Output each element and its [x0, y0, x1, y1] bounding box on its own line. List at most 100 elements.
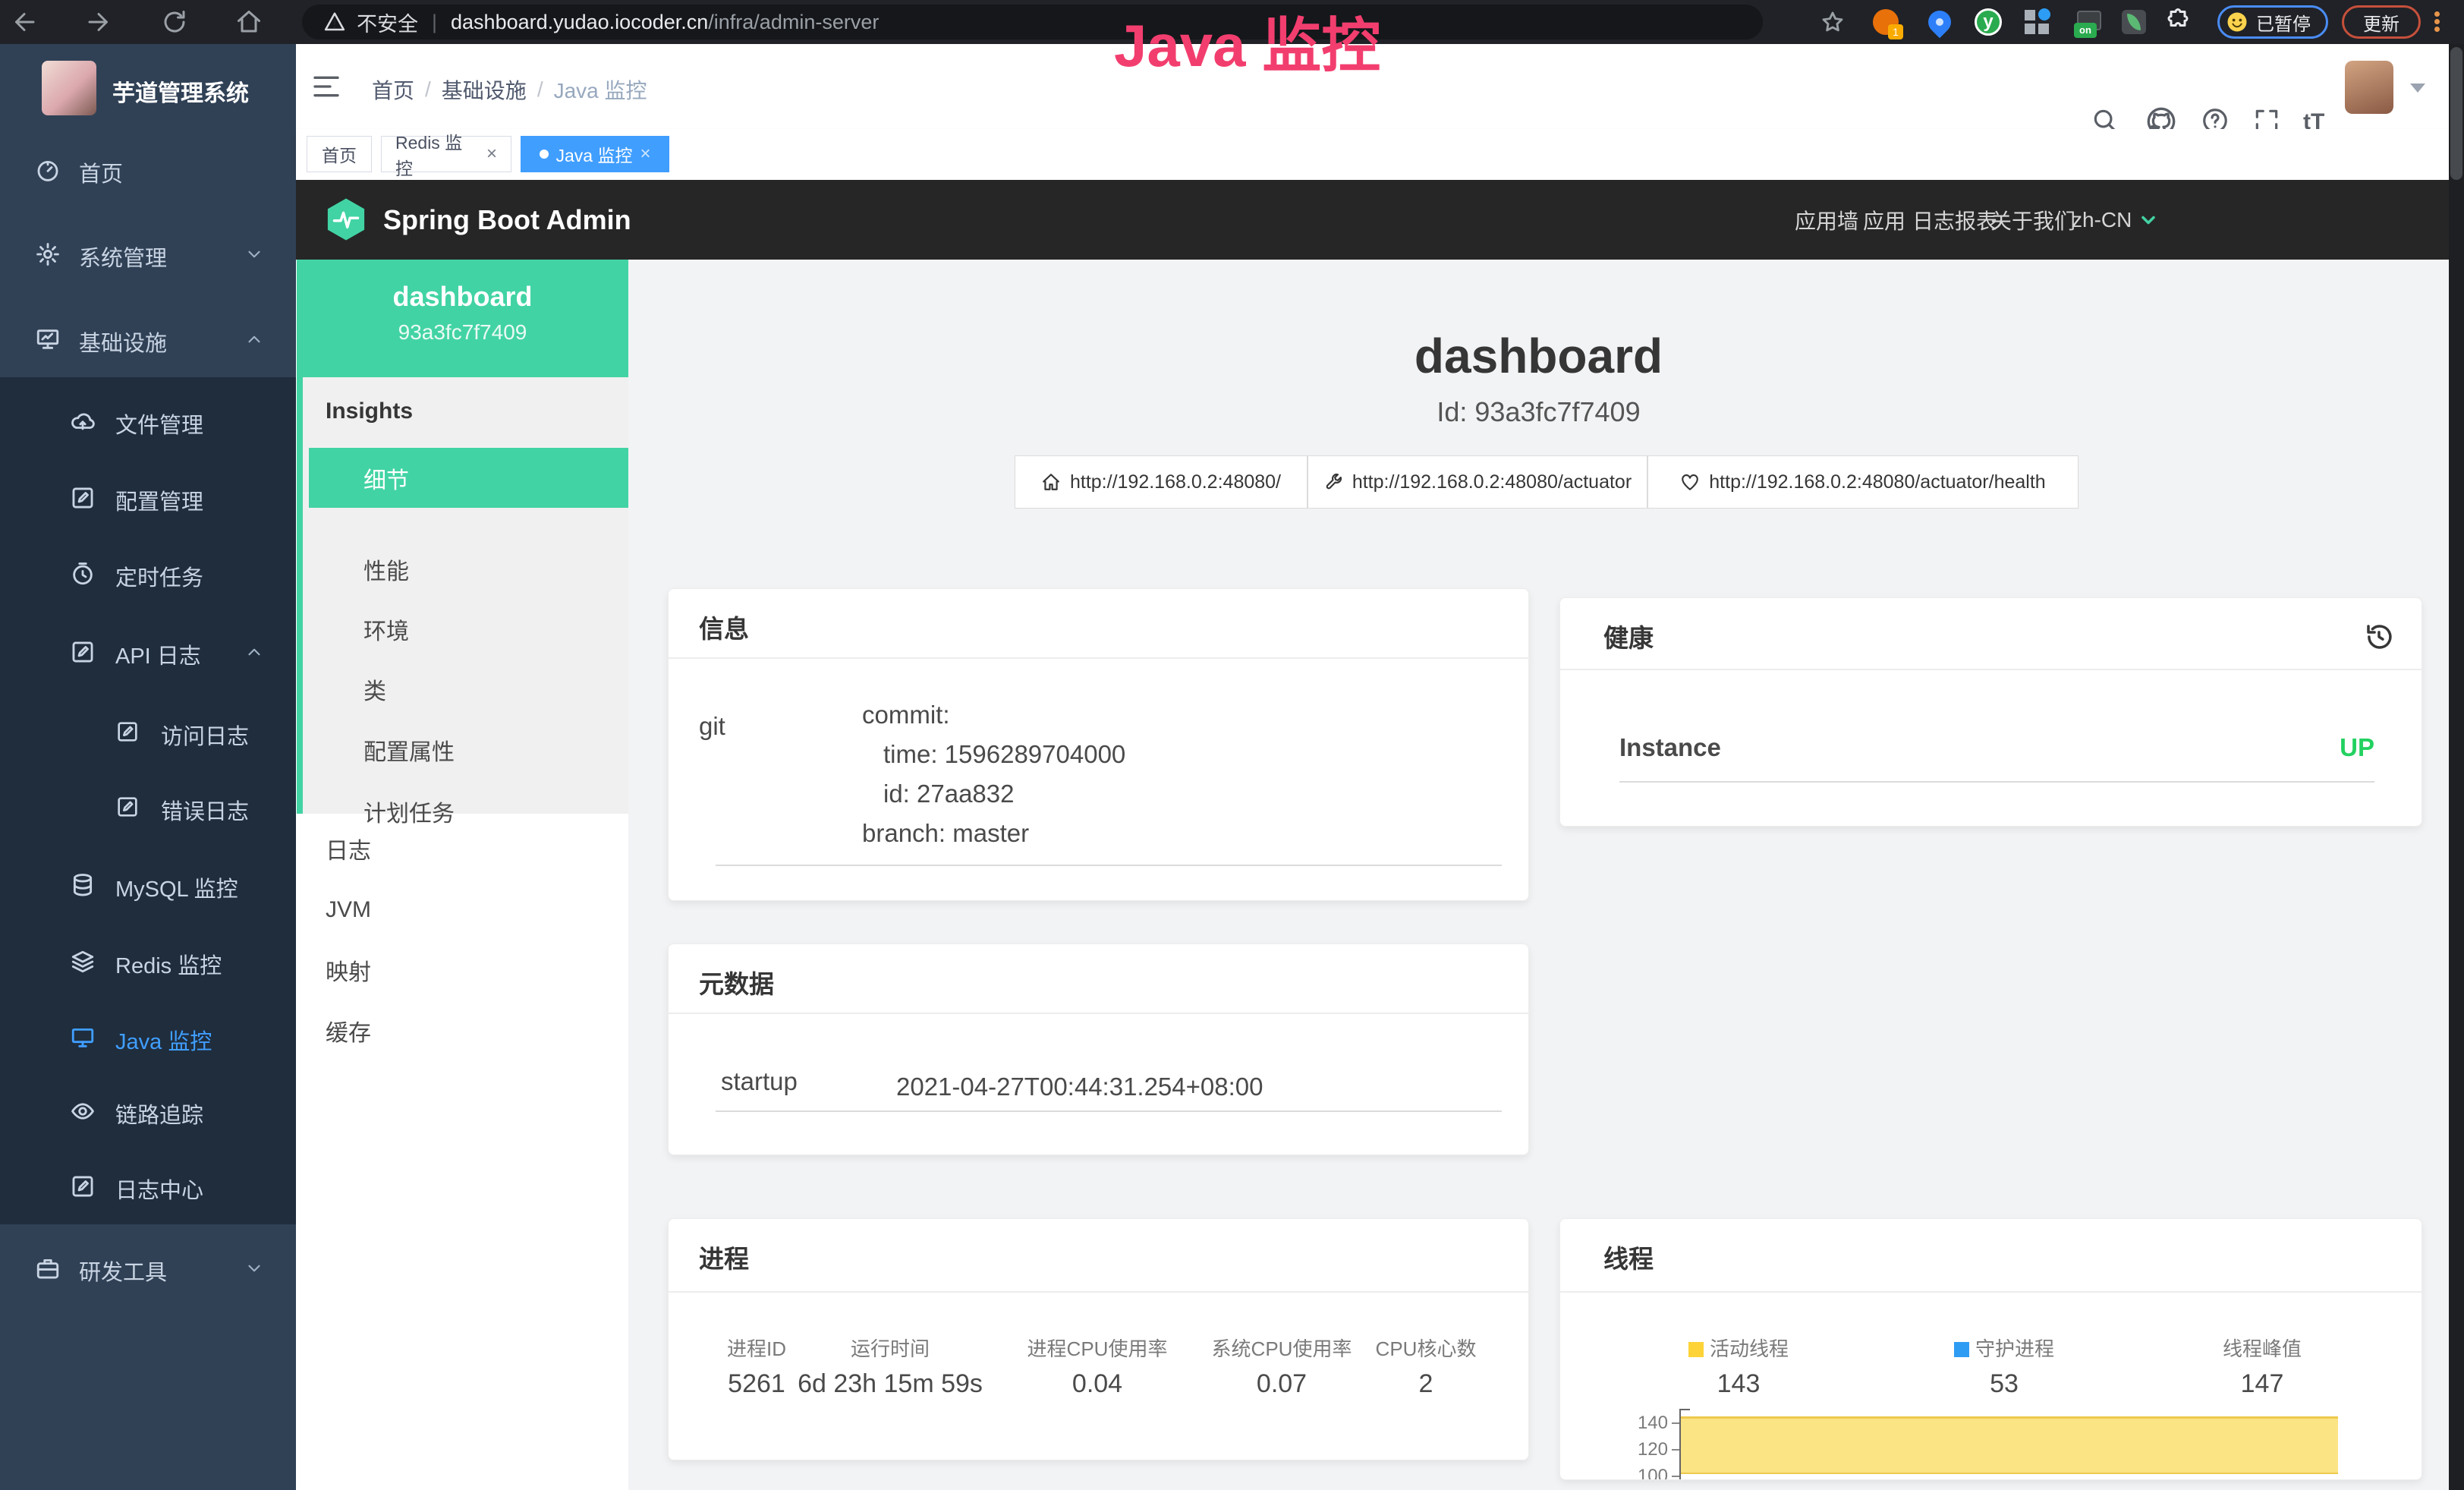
- sidebar-item-caches[interactable]: 缓存: [297, 1000, 628, 1061]
- extension-icon-y-green[interactable]: y: [1973, 7, 2003, 37]
- sidebar-item-mysql-monitor[interactable]: MySQL 监控: [0, 847, 296, 923]
- insights-group: Insights 细节 性能 环境 类 配置属性 计划任务: [297, 377, 628, 814]
- breadcrumb-infrastructure[interactable]: 基础设施: [442, 74, 527, 105]
- breadcrumb: 首页 / 基础设施 / Java 监控: [372, 74, 647, 105]
- extension-icon-pin[interactable]: [1924, 7, 1955, 37]
- page-subtitle-id: Id: 93a3fc7f7409: [628, 396, 2449, 428]
- insights-item-metrics[interactable]: 性能: [309, 539, 634, 599]
- sidebar-item-scheduled-tasks[interactable]: 定时任务: [0, 536, 296, 612]
- page-scrollbar[interactable]: [2449, 44, 2464, 1490]
- breadcrumb-separator: /: [414, 77, 442, 102]
- extension-icon-on-switch[interactable]: on: [2073, 7, 2104, 37]
- divider: [1560, 1291, 2422, 1293]
- sidebar-item-error-logs[interactable]: 错误日志: [0, 770, 296, 846]
- extension-badge: 1: [1888, 24, 1903, 39]
- close-icon[interactable]: [640, 145, 650, 163]
- sba-language-select[interactable]: zh-CN: [2072, 180, 2159, 260]
- bookmark-star-icon[interactable]: [1820, 9, 1847, 36]
- sidebar-item-log-center[interactable]: 日志中心: [0, 1148, 296, 1224]
- divider: [669, 1013, 1528, 1014]
- divider: [669, 657, 1528, 659]
- info-key-git: git: [699, 712, 725, 741]
- log-edit-icon: [70, 1173, 96, 1199]
- chevron-up-icon: [244, 329, 264, 349]
- sidebar-item-java-monitor[interactable]: Java 监控: [0, 1000, 296, 1076]
- profile-paused-chip[interactable]: 已暂停: [2217, 5, 2328, 39]
- user-avatar[interactable]: [2345, 61, 2393, 114]
- extension-icon-grid[interactable]: [2022, 7, 2052, 37]
- process-value-pid: 5261: [728, 1369, 785, 1399]
- sidebar-item-infrastructure[interactable]: 基础设施: [0, 301, 296, 377]
- browser-forward-button[interactable]: [85, 8, 112, 36]
- sidebar-item-dev-tools[interactable]: 研发工具: [0, 1230, 296, 1306]
- tag-redis-monitor[interactable]: Redis 监控: [381, 136, 511, 172]
- url-path: /infra/admin-server: [708, 11, 879, 34]
- history-icon[interactable]: [2363, 621, 2395, 653]
- sidebar-item-file-mgmt[interactable]: 文件管理: [0, 383, 296, 459]
- actuator-url-button[interactable]: http://192.168.0.2:48080/actuator: [1308, 455, 1647, 509]
- sidebar-item-logs[interactable]: 日志: [297, 818, 628, 879]
- sidebar-item-system-mgmt[interactable]: 系统管理: [0, 216, 296, 292]
- threads-legend-peak: 线程峰值: [2223, 1334, 2302, 1362]
- insights-item-classes[interactable]: 类: [309, 659, 634, 719]
- sidebar-item-api-logs[interactable]: API 日志: [0, 614, 296, 690]
- service-url-button[interactable]: http://192.168.0.2:48080/: [1015, 455, 1308, 509]
- app-title: 芋道管理系统: [112, 74, 249, 108]
- sba-nav-applications[interactable]: 应用: [1863, 180, 1905, 260]
- extension-icon-leaf[interactable]: [2119, 7, 2149, 37]
- insights-item-details[interactable]: 细节: [309, 448, 634, 508]
- sidebar-item-jvm[interactable]: JVM: [297, 880, 628, 940]
- tags-bar: 首页 Redis 监控 Java 监控: [296, 129, 2449, 180]
- threads-value-daemon: 53: [1990, 1369, 2019, 1399]
- dashboard-icon: [35, 157, 61, 183]
- hamburger-icon[interactable]: [311, 71, 341, 102]
- sidebar-item-access-logs[interactable]: 访问日志: [0, 695, 296, 770]
- legend-swatch-blue: [1954, 1342, 1969, 1357]
- infrastructure-icon: [35, 326, 61, 352]
- sba-nav-wallboard[interactable]: 应用墙: [1795, 180, 1858, 260]
- instance-header[interactable]: dashboard 93a3fc7f7409: [297, 260, 628, 377]
- layers-icon: [70, 949, 96, 975]
- breadcrumb-home[interactable]: 首页: [372, 74, 414, 105]
- sba-logo-icon: [323, 196, 370, 243]
- not-secure-label: 不安全: [357, 8, 418, 37]
- avatar-caret-icon[interactable]: [2410, 83, 2425, 93]
- sba-nav-journal[interactable]: 日志报表: [1912, 180, 1997, 260]
- url-separator: |: [432, 11, 437, 34]
- sidebar-item-mappings[interactable]: 映射: [297, 940, 628, 1000]
- gear-icon: [35, 241, 61, 267]
- close-icon[interactable]: [486, 145, 497, 163]
- metadata-card: 元数据 startup 2021-04-27T00:44:31.254+08:0…: [668, 943, 1529, 1155]
- extensions-puzzle-icon[interactable]: [2163, 7, 2193, 37]
- sidebar-item-redis-monitor[interactable]: Redis 监控: [0, 924, 296, 1000]
- extension-icon-orange[interactable]: 1: [1871, 7, 1901, 37]
- insights-item-environment[interactable]: 环境: [309, 599, 634, 659]
- eye-icon: [70, 1098, 96, 1124]
- tag-java-monitor[interactable]: Java 监控: [521, 136, 669, 172]
- sba-brand[interactable]: Spring Boot Admin: [383, 204, 631, 236]
- browser-back-button[interactable]: [11, 8, 38, 36]
- chrome-update-button[interactable]: 更新: [2342, 5, 2421, 39]
- scrollbar-thumb[interactable]: [2450, 47, 2462, 180]
- tag-home[interactable]: 首页: [307, 136, 372, 172]
- sidebar-item-trace[interactable]: 链路追踪: [0, 1073, 296, 1149]
- sba-nav-about[interactable]: 关于我们: [1990, 180, 2075, 260]
- process-header-pid: 进程ID: [727, 1334, 786, 1362]
- annotation-java-monitor: Java 监控: [1114, 0, 1380, 83]
- monitor-icon: [70, 1025, 96, 1051]
- browser-home-button[interactable]: [235, 8, 263, 36]
- timer-icon: [70, 561, 96, 587]
- cloud-upload-icon: [70, 408, 96, 434]
- browser-reload-button[interactable]: [161, 8, 188, 36]
- health-card: 健康 Instance UP: [1559, 597, 2422, 827]
- sidebar-item-config-mgmt[interactable]: 配置管理: [0, 460, 296, 536]
- health-url-button[interactable]: http://192.168.0.2:48080/actuator/health: [1647, 455, 2079, 509]
- chart-axis-cap: [1679, 1409, 1690, 1410]
- metadata-card-title: 元数据: [699, 964, 774, 1000]
- insights-item-config-props[interactable]: 配置属性: [309, 720, 634, 780]
- sidebar-item-home[interactable]: 首页: [0, 132, 296, 208]
- browser-menu-kebab-icon[interactable]: [2434, 9, 2440, 34]
- info-git-commit: commit:: [862, 695, 950, 735]
- process-value-proc-cpu: 0.04: [1072, 1369, 1122, 1399]
- address-bar[interactable]: 不安全 | dashboard.yudao.iocoder.cn/infra/a…: [302, 5, 1763, 39]
